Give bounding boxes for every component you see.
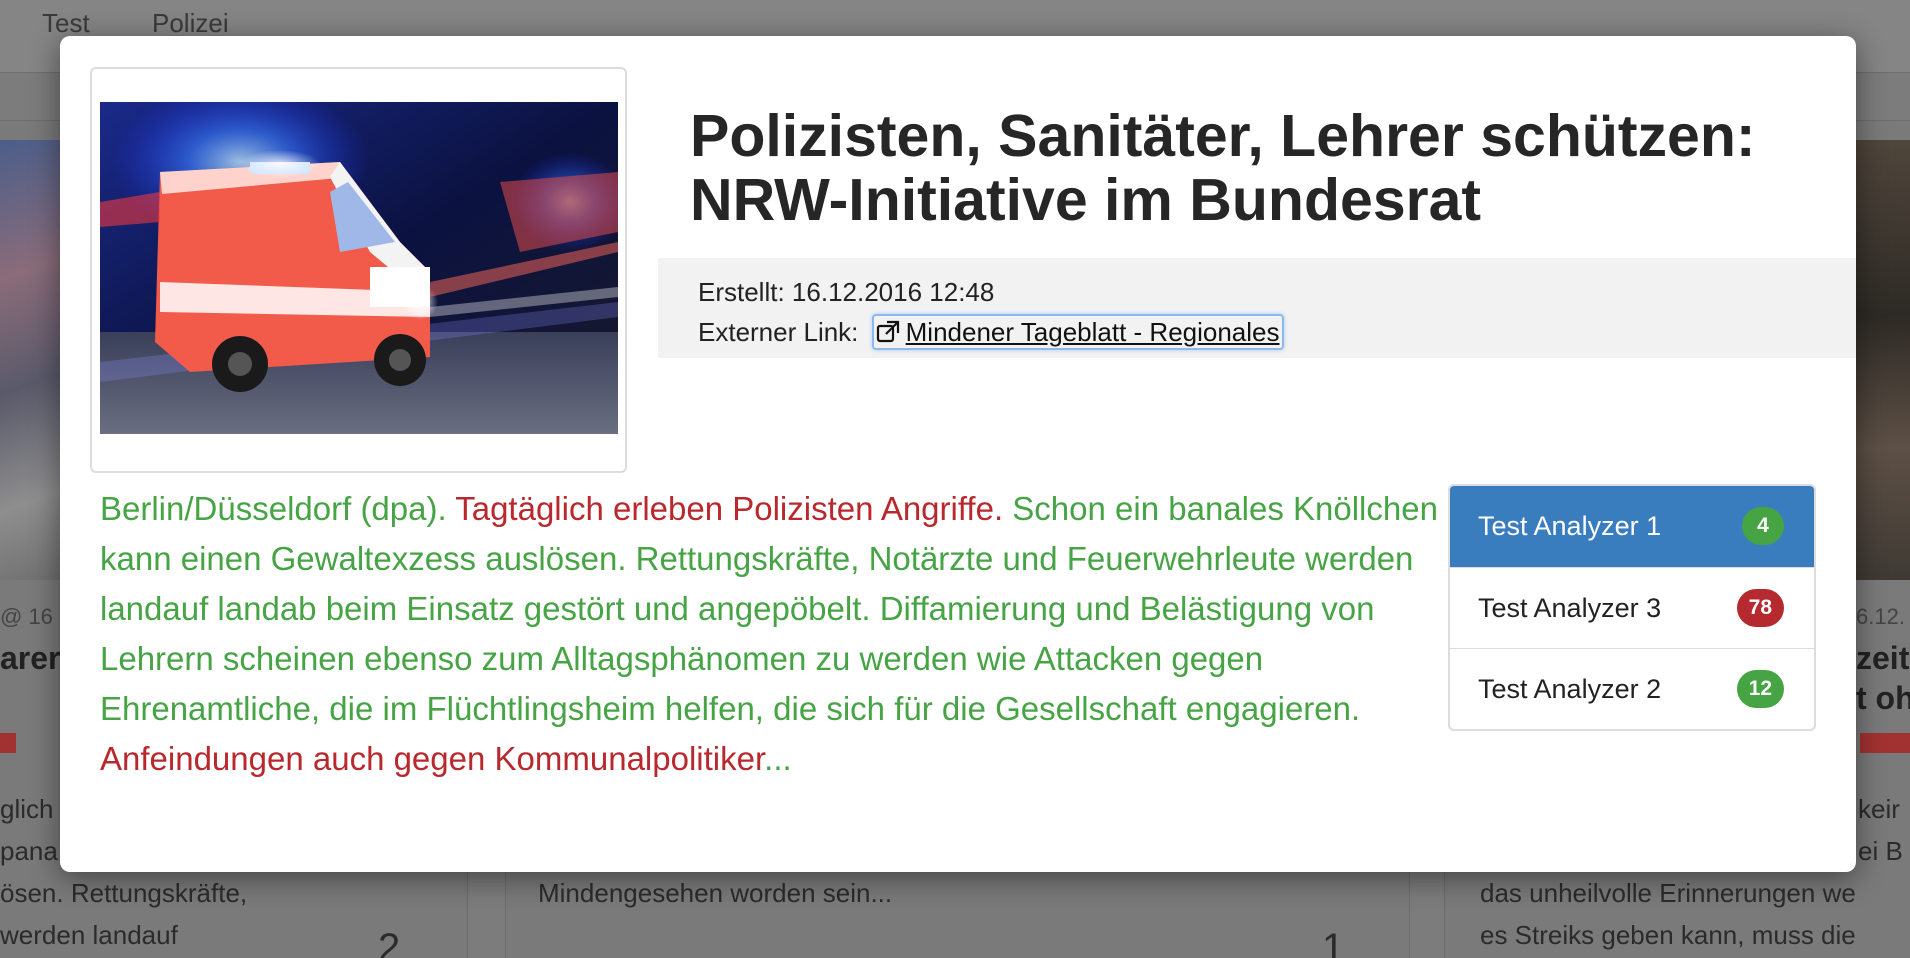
background-card-bar-right [1860, 733, 1910, 753]
analyzer-list: Test Analyzer 1 4 Test Analyzer 3 78 Tes… [1448, 484, 1816, 731]
created-label: Erstellt: [698, 277, 785, 307]
analyzer-item-3[interactable]: Test Analyzer 3 78 [1450, 567, 1814, 648]
external-link-row: Externer Link: Mindener Tageblatt - Regi… [698, 312, 1856, 352]
background-card-count-left: 2 [378, 926, 401, 958]
article-title: Polizisten, Sanitäter, Lehrer schützen: … [690, 103, 1756, 233]
analyzer-count-badge: 78 [1736, 589, 1784, 627]
external-link-icon [876, 320, 899, 343]
background-card-bar-left [0, 733, 16, 753]
analyzer-label: Test Analyzer 1 [1478, 511, 1662, 541]
external-link[interactable]: Mindener Tageblatt - Regionales [871, 314, 1284, 350]
background-card-text-left: ösen. Rettungskräfte, [0, 878, 248, 908]
body-segment: ... [764, 740, 792, 777]
analyzer-item-2[interactable]: Test Analyzer 2 12 [1450, 648, 1814, 729]
nav-item-polizei[interactable]: Polizei [152, 8, 229, 39]
background-card-title-right: t oh [1856, 680, 1910, 716]
background-card-count-middle: 1 [1322, 926, 1345, 958]
article-modal: Polizisten, Sanitäter, Lehrer schützen: … [60, 36, 1856, 872]
background-card-date-right: 6.12. [1856, 604, 1905, 629]
background-card-date-left: @ 16 [0, 604, 53, 629]
ambulance-image [100, 102, 618, 434]
background-card-text-left: pana [0, 836, 58, 866]
created-row: Erstellt: 16.12.2016 12:48 [698, 272, 1856, 312]
external-link-label: Externer Link: [698, 317, 859, 347]
analyzer-item-1[interactable]: Test Analyzer 1 4 [1450, 486, 1814, 567]
background-card-title-left: arer [0, 640, 61, 676]
background-card-text-left: glich [0, 794, 54, 824]
background-card-text-right: es Streiks geben kann, muss die [1480, 920, 1856, 950]
background-card-text-right: das unheilvolle Erinnerungen we [1480, 878, 1856, 908]
body-segment-highlight: Anfeindungen auch gegen Kommunalpolitike… [100, 740, 765, 777]
analyzer-label: Test Analyzer 2 [1478, 674, 1662, 704]
article-image-frame [90, 67, 627, 473]
background-card-text-middle: Mindengesehen worden sein... [538, 878, 893, 908]
article-meta: Erstellt: 16.12.2016 12:48 Externer Link… [658, 258, 1856, 358]
background-card-text-right: ei B [1858, 836, 1903, 866]
analyzer-count-badge: 4 [1742, 507, 1784, 545]
background-card-text-right: keir [1858, 794, 1900, 824]
article-body: Berlin/Düsseldorf (dpa). Tagtäglich erle… [100, 484, 1445, 784]
body-segment-highlight: Tagtäglich erleben Polizisten Angriffe. [455, 490, 1013, 527]
body-segment: Berlin/Düsseldorf (dpa). [100, 490, 456, 527]
background-card-text-left: werden landauf [0, 920, 178, 950]
background-card-title-right: zeit [1856, 640, 1910, 676]
external-link-text: Mindener Tageblatt - Regionales [905, 317, 1280, 347]
nav-item-test[interactable]: Test [42, 8, 90, 39]
analyzer-count-badge: 12 [1736, 670, 1784, 708]
created-value: 16.12.2016 12:48 [791, 277, 995, 307]
analyzer-label: Test Analyzer 3 [1478, 593, 1662, 623]
